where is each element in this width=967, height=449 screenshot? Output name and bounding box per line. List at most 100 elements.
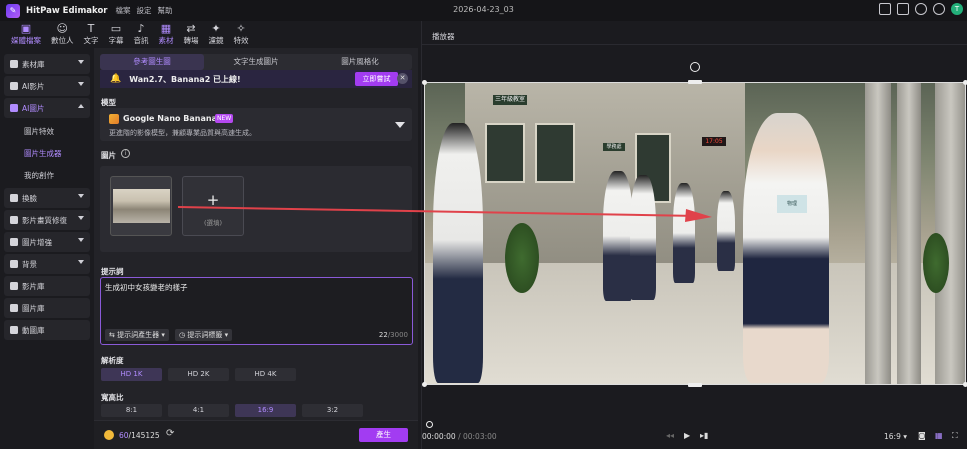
rotate-handle-icon[interactable] [690,62,700,72]
filter-icon: ✦ [211,22,221,35]
chevron-down-icon [78,60,84,64]
resize-corner[interactable] [422,382,427,387]
tool-text[interactable]: T 文字 [79,22,104,48]
add-image-button[interactable]: + (選填) [182,176,244,236]
tool-effects[interactable]: ✧ 特效 [229,22,254,48]
snapshot-icon[interactable]: ◙ [918,431,926,440]
sidebar-sub-image-generator[interactable]: 圖片生成器 [0,142,94,164]
scene-student [630,175,656,300]
menu-file[interactable]: 檔案 [116,5,131,16]
refresh-icon[interactable]: ⟳ [166,428,174,439]
grid-icon[interactable]: ▦ [935,431,943,440]
resolution-2k[interactable]: HD 2K [168,368,229,381]
sidebar-item-face-swap[interactable]: 換臉 [4,188,90,208]
generate-button[interactable]: 產生 [359,428,408,442]
layout-icon[interactable] [879,3,891,15]
image-generator-panel: 參考圖生圖 文字生成圖片 圖片風格化 🔔 Wan2.7、Banana2 已上線!… [94,48,418,449]
sidebar-item-label: 換臉 [22,193,37,203]
tool-label: 字幕 [108,36,124,45]
playhead-handle[interactable] [426,421,433,428]
tool-label: 濾鏡 [208,36,224,45]
tab-reference-image[interactable]: 參考圖生圖 [100,54,204,70]
help-icon[interactable] [915,3,927,15]
resolution-4k[interactable]: HD 4K [235,368,296,381]
tool-label: 數位人 [51,36,74,45]
tool-subtitle[interactable]: ▭ 字幕 [104,22,129,48]
close-icon[interactable]: ✕ [397,73,408,84]
sidebar-item-image-enhance[interactable]: 圖片增強 [4,232,90,252]
resolution-1k[interactable]: HD 1K [101,368,162,381]
enhance-icon [10,216,18,224]
play-icon[interactable]: ▶ [684,431,690,440]
chevron-down-icon [78,194,84,198]
sidebar-sub-image-effects[interactable]: 圖片特效 [0,120,94,142]
reference-thumbnail[interactable] [110,176,172,236]
resize-handle-bottom[interactable] [688,383,702,387]
tool-media[interactable]: ▣ 媒體檔案 [6,22,46,48]
resize-corner[interactable] [422,80,427,85]
tool-audio[interactable]: ♪ 音訊 [129,22,154,48]
prompt-generator-label: 提示詞產生器 [117,331,160,339]
aspect-ratio-select[interactable]: 16:9 ▾ [884,432,907,441]
sidebar-item-label: 動圖庫 [22,325,45,335]
user-avatar[interactable]: T [951,3,963,15]
audio-icon: ♪ [137,22,145,35]
banner-text: Wan2.7、Banana2 已上線! [129,74,241,84]
preview-canvas[interactable]: 三年級教室 學務處 17:05 物理 [424,82,966,385]
app-name: HitPaw Edimakor [26,5,108,16]
download-icon[interactable] [933,3,945,15]
folder-icon [10,60,18,68]
resize-handle-top[interactable] [688,80,702,84]
aspect-16-9[interactable]: 16:9 [235,404,296,417]
scene-plant [923,233,949,293]
preview-image: 三年級教室 學務處 17:05 物理 [425,83,965,384]
tool-assets[interactable]: ▦ 素材 [154,22,179,48]
next-frame-icon[interactable]: ▸▮ [700,431,708,440]
prompt-text[interactable]: 生成初中女孩變老的樣子 [105,282,188,293]
tab-text-to-image[interactable]: 文字生成圖片 [204,54,308,70]
ai-video-icon [10,82,18,90]
resize-corner[interactable] [963,382,967,387]
tab-image-stylize[interactable]: 圖片風格化 [308,54,412,70]
prev-frame-icon[interactable]: ◂◂ [666,431,674,440]
generate-bar: 60/145125 ⟳ 產生 [94,420,418,449]
feedback-icon[interactable] [897,3,909,15]
tag-icon: ◷ [179,331,186,339]
menu-settings[interactable]: 設定 [137,5,152,16]
main-toolbar: ▣ 媒體檔案 ☺ 數位人 T 文字 ▭ 字幕 ♪ 音訊 ▦ 素材 ⇄ 轉場 ✦ 濾鏡 ✧ 特效 [0,21,418,48]
tool-avatar[interactable]: ☺ 數位人 [46,22,79,48]
tool-label: 文字 [83,36,99,45]
effects-icon: ✧ [236,22,246,35]
model-select[interactable]: Google Nano Banana2 NEW 更進階的影像模型，兼顧專業品質與… [100,108,412,141]
aspect-8-1[interactable]: 8:1 [101,404,162,417]
scene-pillar [865,83,891,384]
chevron-down-icon[interactable] [395,122,405,128]
gif-icon [10,326,18,334]
text-icon: T [87,22,95,35]
sidebar-item-video-library[interactable]: 影片庫 [4,276,90,296]
window-tools: T [879,3,963,15]
aspect-3-2[interactable]: 3:2 [302,404,363,417]
scene-sign: 學務處 [603,143,625,151]
sidebar-sub-my-creations[interactable]: 我的創作 [0,164,94,186]
sidebar-item-ai-video[interactable]: AI影片 [4,76,90,96]
fullscreen-icon[interactable]: ⛶ [952,431,958,441]
avatar-icon: ☺ [56,22,68,35]
sidebar-item-background[interactable]: 背景 [4,254,90,274]
tool-filter[interactable]: ✦ 濾鏡 [204,22,229,48]
aspect-4-1[interactable]: 4:1 [168,404,229,417]
try-now-button[interactable]: 立即嘗試 [355,72,398,86]
sidebar-item-video-enhance[interactable]: 影片畫質修復 [4,210,90,230]
sidebar-item-library[interactable]: 素材庫 [4,54,90,74]
prompt-input[interactable]: 生成初中女孩變老的樣子 ⇆ 提示詞產生器 ▾ ◷ 提示詞標籤 ▾ 22/3000 [100,277,413,345]
sidebar-item-ai-image[interactable]: AI圖片 [4,98,90,118]
resize-corner[interactable] [963,80,967,85]
prompt-generator-button[interactable]: ⇆ 提示詞產生器 ▾ [105,329,169,341]
prompt-tags-button[interactable]: ◷ 提示詞標籤 ▾ [175,329,233,341]
menu-help[interactable]: 幫助 [158,5,173,16]
credits-used: 60 [119,431,129,440]
tool-transition[interactable]: ⇄ 轉場 [179,22,204,48]
info-icon[interactable]: i [121,149,130,158]
sidebar-item-image-library[interactable]: 圖片庫 [4,298,90,318]
sidebar-item-gif-library[interactable]: 動圖庫 [4,320,90,340]
